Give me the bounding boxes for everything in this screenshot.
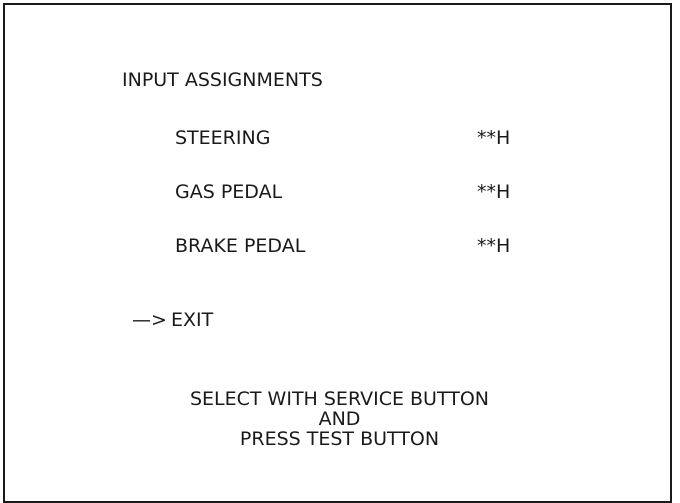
gas-pedal-value: **H bbox=[477, 181, 511, 203]
menu-item-steering[interactable]: STEERING bbox=[175, 129, 270, 148]
menu-item-brake-pedal[interactable]: BRAKE PEDAL bbox=[175, 237, 305, 256]
instruction-line-2: AND bbox=[318, 408, 361, 430]
steering-value: **H bbox=[477, 127, 511, 149]
service-menu-screen: INPUT ASSIGNMENTS STEERING **H GAS PEDAL… bbox=[3, 3, 672, 503]
instruction-line-3: PRESS TEST BUTTON bbox=[239, 428, 440, 450]
menu-title: INPUT ASSIGNMENTS bbox=[122, 69, 323, 91]
brake-pedal-value: **H bbox=[477, 235, 511, 257]
menu-item-exit[interactable]: EXIT bbox=[171, 311, 213, 330]
cursor-arrow-icon: —> bbox=[132, 309, 167, 331]
instruction-line-1: SELECT WITH SERVICE BUTTON bbox=[189, 388, 490, 410]
menu-item-gas-pedal[interactable]: GAS PEDAL bbox=[175, 183, 282, 202]
